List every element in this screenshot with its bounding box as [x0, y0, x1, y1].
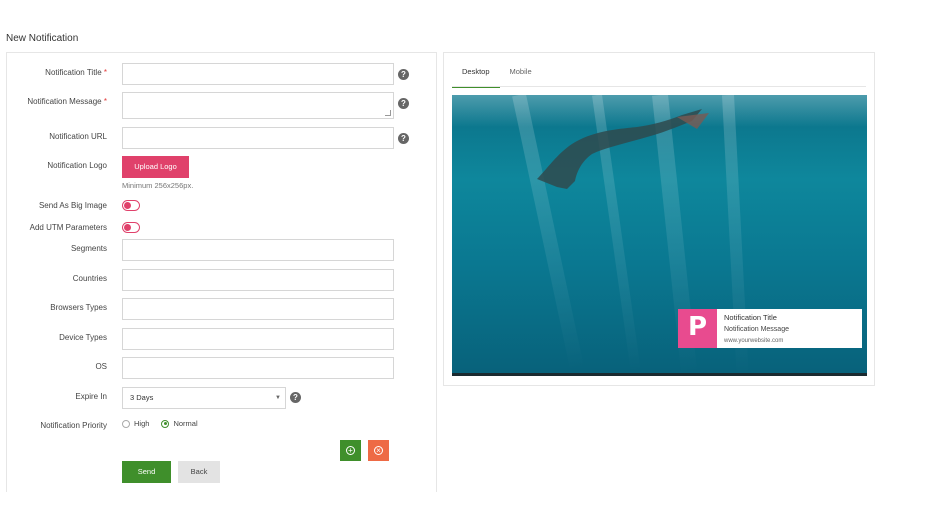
send-button[interactable]: Send — [122, 461, 171, 483]
notification-message-label: Notification Message * — [27, 97, 107, 106]
notification-preview-title: Notification Title — [724, 313, 777, 322]
expire-label: Expire In — [75, 392, 107, 401]
plus-circle-icon: + — [346, 446, 355, 455]
device-types-input[interactable] — [122, 328, 394, 350]
expire-select-value: 3 Days — [130, 393, 154, 402]
notification-title-label: Notification Title * — [45, 68, 107, 77]
back-button[interactable]: Back — [178, 461, 220, 483]
priority-radio-group: High Normal — [122, 419, 206, 428]
notification-title-input[interactable] — [122, 63, 394, 85]
preview-tabs: Desktop Mobile — [452, 67, 542, 88]
utm-toggle[interactable] — [122, 222, 140, 233]
preview-panel: Desktop Mobile P Notification Title Noti… — [443, 52, 875, 386]
tab-divider — [452, 86, 866, 87]
countries-input[interactable] — [122, 269, 394, 291]
help-icon[interactable]: ? — [398, 69, 409, 80]
logo-size-hint: Minimum 256x256px. — [122, 181, 194, 190]
notification-url-label: Notification URL — [49, 132, 107, 141]
os-input[interactable] — [122, 357, 394, 379]
notification-preview-card: P Notification Title Notification Messag… — [678, 309, 862, 348]
notification-url-input[interactable] — [122, 127, 394, 149]
help-icon[interactable]: ? — [290, 392, 301, 403]
notification-preview-url: www.yourwebsite.com — [724, 338, 784, 344]
segments-input[interactable] — [122, 239, 394, 261]
browsers-label: Browsers Types — [50, 303, 107, 312]
utm-label: Add UTM Parameters — [29, 223, 107, 232]
notification-form: Notification Title * ? Notification Mess… — [6, 52, 437, 492]
notification-preview-message: Notification Message — [724, 326, 789, 333]
help-icon[interactable]: ? — [398, 133, 409, 144]
remove-button[interactable]: × — [368, 440, 389, 461]
preview-background-image: P Notification Title Notification Messag… — [452, 95, 867, 376]
add-button[interactable]: + — [340, 440, 361, 461]
big-image-label: Send As Big Image — [38, 201, 107, 210]
page-title: New Notification — [6, 33, 79, 44]
notification-logo-label: Notification Logo — [47, 161, 107, 170]
tab-desktop[interactable]: Desktop — [452, 67, 500, 88]
big-image-toggle[interactable] — [122, 200, 140, 211]
countries-label: Countries — [72, 274, 107, 283]
priority-normal-label: Normal — [173, 419, 198, 428]
segments-label: Segments — [70, 244, 107, 253]
logo-letter: P — [687, 312, 708, 342]
priority-high-label: High — [134, 419, 150, 428]
expire-select[interactable]: 3 Days ▼ — [122, 387, 286, 409]
os-label: OS — [95, 362, 107, 371]
priority-high-radio[interactable] — [122, 419, 130, 428]
tab-mobile[interactable]: Mobile — [500, 67, 542, 88]
upload-logo-button[interactable]: Upload Logo — [122, 156, 189, 178]
device-types-label: Device Types — [59, 333, 107, 342]
priority-label: Notification Priority — [40, 421, 107, 430]
video-control-bar — [452, 373, 867, 376]
caret-down-icon: ▼ — [275, 395, 281, 401]
notification-message-textarea[interactable] — [122, 92, 394, 119]
priority-normal-radio[interactable] — [161, 419, 170, 428]
x-circle-icon: × — [374, 446, 383, 455]
help-icon[interactable]: ? — [398, 98, 409, 109]
notification-logo: P — [678, 309, 717, 348]
browsers-input[interactable] — [122, 298, 394, 320]
diver-silhouette — [537, 109, 709, 189]
